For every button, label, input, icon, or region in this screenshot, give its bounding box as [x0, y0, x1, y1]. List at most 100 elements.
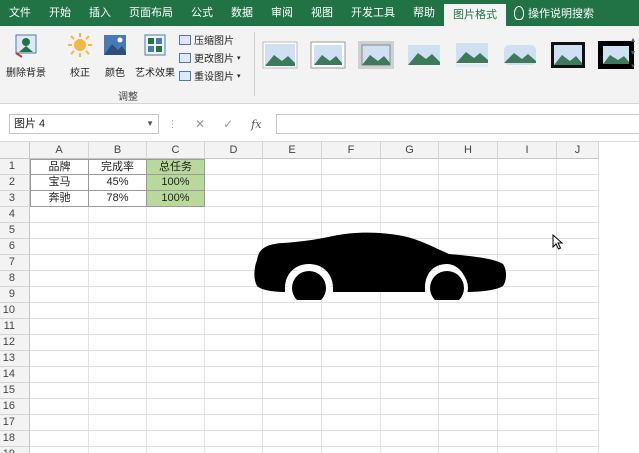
cell-B17[interactable]: [89, 415, 147, 431]
column-header-E[interactable]: E: [263, 142, 322, 159]
cell-A9[interactable]: [30, 287, 89, 303]
row-header-15[interactable]: 15: [0, 383, 30, 399]
tab-data[interactable]: 数据: [222, 0, 262, 26]
picture-style-7[interactable]: [550, 41, 586, 69]
cell-I13[interactable]: [498, 351, 557, 367]
cell-A5[interactable]: [30, 223, 89, 239]
cell-I14[interactable]: [498, 367, 557, 383]
cell-I19[interactable]: [498, 447, 557, 453]
cell-G2[interactable]: [381, 175, 439, 191]
picture-style-2[interactable]: [310, 41, 346, 69]
cell-F2[interactable]: [322, 175, 381, 191]
cell-C9[interactable]: [147, 287, 205, 303]
select-all-corner[interactable]: [0, 142, 30, 159]
cell-A6[interactable]: [30, 239, 89, 255]
cell-H19[interactable]: [439, 447, 498, 453]
column-header-J[interactable]: J: [557, 142, 599, 159]
column-header-I[interactable]: I: [498, 142, 557, 159]
cell-C11[interactable]: [147, 319, 205, 335]
cell-E12[interactable]: [263, 335, 322, 351]
cell-J12[interactable]: [557, 335, 599, 351]
cell-J15[interactable]: [557, 383, 599, 399]
car-silhouette-picture[interactable]: [253, 230, 507, 300]
color-button[interactable]: 颜色: [100, 32, 130, 79]
cell-J13[interactable]: [557, 351, 599, 367]
cell-F11[interactable]: [322, 319, 381, 335]
picture-style-6[interactable]: [502, 41, 538, 69]
cell-B7[interactable]: [89, 255, 147, 271]
cell-C17[interactable]: [147, 415, 205, 431]
enter-icon[interactable]: ✓: [223, 117, 233, 131]
corrections-button[interactable]: 校正: [62, 32, 98, 79]
cell-C14[interactable]: [147, 367, 205, 383]
cell-G18[interactable]: [381, 431, 439, 447]
cell-D17[interactable]: [205, 415, 263, 431]
cell-B5[interactable]: [89, 223, 147, 239]
cell-H4[interactable]: [439, 207, 498, 223]
change-picture-button[interactable]: 更改图片 ▾: [179, 50, 241, 65]
cell-H14[interactable]: [439, 367, 498, 383]
gallery-scroll[interactable]: ▲ ▼ ▾: [629, 34, 637, 74]
compress-pictures-button[interactable]: 压缩图片: [179, 32, 234, 47]
row-header-11[interactable]: 11: [0, 319, 30, 335]
cell-J8[interactable]: [557, 271, 599, 287]
cell-A13[interactable]: [30, 351, 89, 367]
cell-D13[interactable]: [205, 351, 263, 367]
cell-B3[interactable]: 78%: [89, 191, 147, 207]
cell-G15[interactable]: [381, 383, 439, 399]
row-header-1[interactable]: 1: [0, 159, 30, 175]
cell-E10[interactable]: [263, 303, 322, 319]
cell-E19[interactable]: [263, 447, 322, 453]
cell-D2[interactable]: [205, 175, 263, 191]
row-header-3[interactable]: 3: [0, 191, 30, 207]
cell-I3[interactable]: [498, 191, 557, 207]
cell-A7[interactable]: [30, 255, 89, 271]
cell-I11[interactable]: [498, 319, 557, 335]
cell-H15[interactable]: [439, 383, 498, 399]
cell-E1[interactable]: [263, 159, 322, 175]
picture-style-1[interactable]: [262, 41, 298, 69]
cell-B1[interactable]: 完成率: [89, 159, 147, 175]
cell-A2[interactable]: 宝马: [30, 175, 89, 191]
tab-file[interactable]: 文件: [0, 0, 40, 26]
column-header-H[interactable]: H: [439, 142, 498, 159]
cell-B11[interactable]: [89, 319, 147, 335]
cell-G12[interactable]: [381, 335, 439, 351]
cell-J7[interactable]: [557, 255, 599, 271]
cell-F12[interactable]: [322, 335, 381, 351]
cell-E11[interactable]: [263, 319, 322, 335]
cell-E2[interactable]: [263, 175, 322, 191]
cell-B13[interactable]: [89, 351, 147, 367]
cell-F15[interactable]: [322, 383, 381, 399]
cell-D4[interactable]: [205, 207, 263, 223]
cell-J10[interactable]: [557, 303, 599, 319]
cell-E17[interactable]: [263, 415, 322, 431]
cell-F1[interactable]: [322, 159, 381, 175]
cell-I12[interactable]: [498, 335, 557, 351]
cell-A17[interactable]: [30, 415, 89, 431]
cell-E13[interactable]: [263, 351, 322, 367]
cell-B8[interactable]: [89, 271, 147, 287]
column-header-F[interactable]: F: [322, 142, 381, 159]
cell-J18[interactable]: [557, 431, 599, 447]
cell-I18[interactable]: [498, 431, 557, 447]
cell-E18[interactable]: [263, 431, 322, 447]
cell-F18[interactable]: [322, 431, 381, 447]
row-header-8[interactable]: 8: [0, 271, 30, 287]
cell-J11[interactable]: [557, 319, 599, 335]
cell-J2[interactable]: [557, 175, 599, 191]
tab-help[interactable]: 帮助: [404, 0, 444, 26]
cell-H18[interactable]: [439, 431, 498, 447]
cell-G17[interactable]: [381, 415, 439, 431]
picture-style-4[interactable]: [406, 41, 442, 69]
cell-D19[interactable]: [205, 447, 263, 453]
cell-C1[interactable]: 总任务: [147, 159, 205, 175]
row-header-7[interactable]: 7: [0, 255, 30, 271]
cell-G11[interactable]: [381, 319, 439, 335]
cell-C2[interactable]: 100%: [147, 175, 205, 191]
cell-A4[interactable]: [30, 207, 89, 223]
cell-D18[interactable]: [205, 431, 263, 447]
cell-B14[interactable]: [89, 367, 147, 383]
cell-G16[interactable]: [381, 399, 439, 415]
cell-D15[interactable]: [205, 383, 263, 399]
